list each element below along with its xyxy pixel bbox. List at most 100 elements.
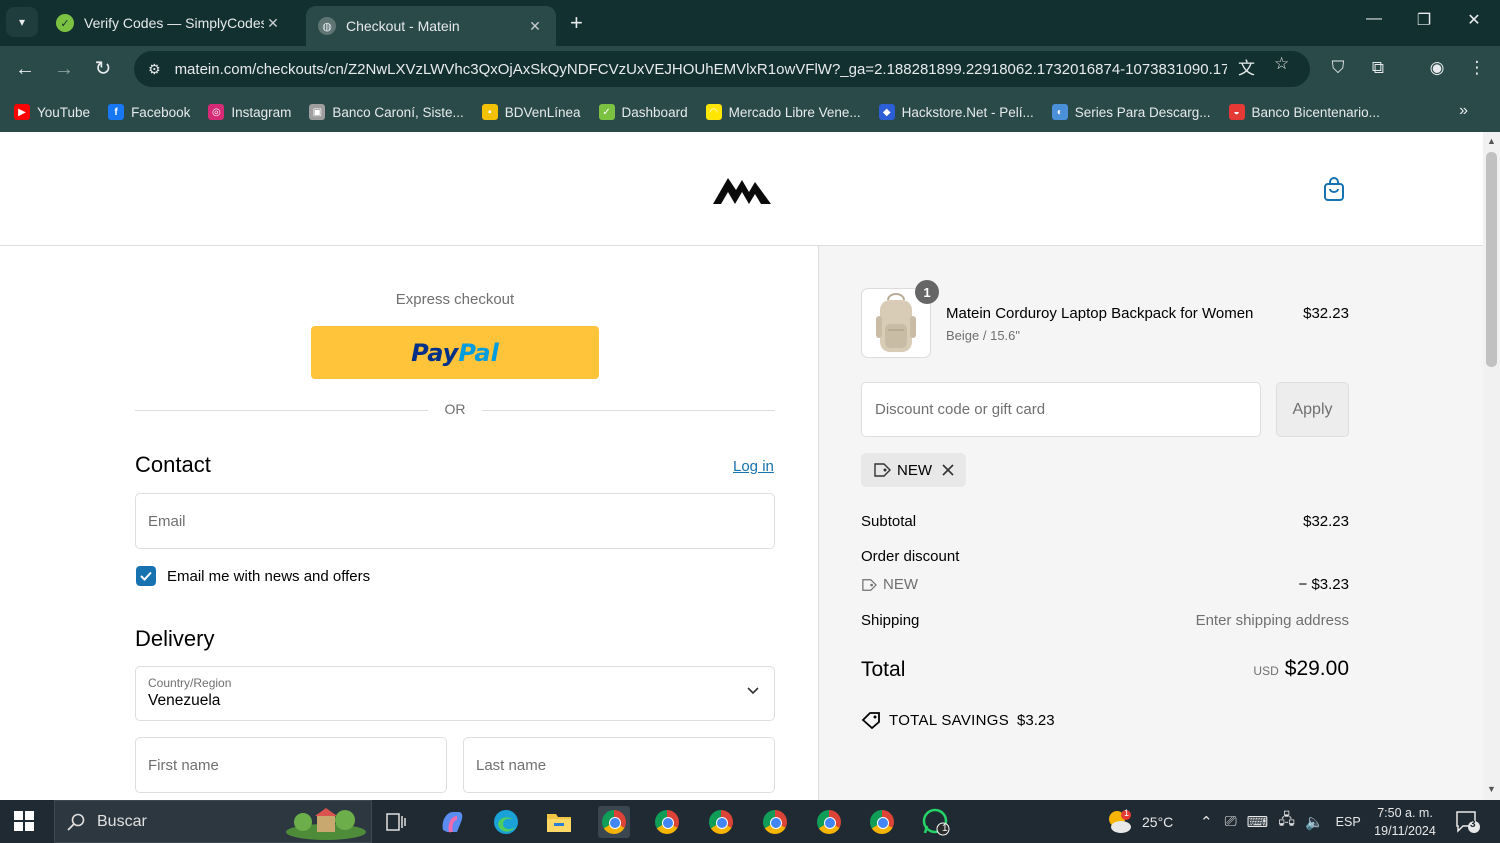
- bookmark-item[interactable]: ◠ Mercado Libre Vene...: [705, 104, 861, 120]
- translate-icon[interactable]: 文: [1238, 54, 1255, 79]
- shield-icon[interactable]: ⛉: [1326, 58, 1350, 78]
- bookmark-label: Banco Bicentenario...: [1251, 104, 1380, 120]
- back-icon[interactable]: ←: [12, 56, 38, 82]
- weather-widget[interactable]: 1 25°C: [1106, 800, 1173, 843]
- bookmark-label: Facebook: [131, 104, 191, 120]
- newsletter-checkbox-row[interactable]: Email me with news and offers: [136, 566, 370, 586]
- extensions-icon[interactable]: ⧉: [1366, 58, 1390, 78]
- last-name-field[interactable]: Last name: [463, 737, 775, 793]
- more-bookmarks-icon[interactable]: »: [1459, 102, 1468, 120]
- restore-icon[interactable]: ❐: [1404, 10, 1444, 30]
- file-explorer-icon[interactable]: [543, 806, 575, 838]
- paypal-button[interactable]: Pay Pal: [311, 326, 599, 379]
- chevron-down-icon: [747, 687, 759, 695]
- chevron-up-icon[interactable]: ⌃: [1200, 813, 1213, 831]
- menu-icon[interactable]: ⋮: [1465, 58, 1489, 78]
- page-scrollbar[interactable]: ▲ ▼: [1483, 132, 1500, 800]
- chrome-app-active[interactable]: [598, 806, 630, 838]
- email-field[interactable]: Email: [135, 493, 775, 549]
- bookmark-label: Series Para Descarg...: [1074, 104, 1211, 120]
- notifications-icon[interactable]: 3: [1455, 810, 1481, 839]
- instagram-icon: ◎: [208, 104, 225, 120]
- bookmark-label: Dashboard: [621, 104, 688, 120]
- bookmark-item[interactable]: f Facebook: [108, 104, 190, 120]
- bookmark-item[interactable]: ▪ BDVenLínea: [481, 104, 581, 120]
- language-indicator[interactable]: ESP: [1336, 815, 1361, 829]
- discount-code-input[interactable]: Discount code or gift card: [861, 382, 1261, 437]
- country-select[interactable]: Country/Region Venezuela: [135, 666, 775, 721]
- bookmark-item[interactable]: ◎ Instagram: [208, 104, 291, 120]
- or-label: OR: [444, 401, 466, 417]
- close-tab-icon[interactable]: ✕: [264, 15, 282, 32]
- first-name-field[interactable]: First name: [135, 737, 447, 793]
- forward-icon[interactable]: →: [51, 56, 77, 82]
- savings-label: TOTAL SAVINGS: [889, 711, 1010, 729]
- volume-icon[interactable]: 🔈: [1305, 813, 1324, 831]
- bookmark-label: Banco Caroní, Siste...: [332, 104, 464, 120]
- meet-now-icon[interactable]: ⎚: [1225, 813, 1237, 830]
- search-icon: [67, 813, 85, 831]
- minimize-icon[interactable]: —: [1354, 10, 1394, 28]
- applied-discount-tag: NEW: [861, 453, 966, 487]
- remove-discount-icon[interactable]: [942, 464, 954, 476]
- close-tab-icon[interactable]: ✕: [526, 18, 544, 35]
- chrome-app-5[interactable]: [813, 806, 845, 838]
- bookmark-label: BDVenLínea: [504, 104, 581, 120]
- copilot-icon[interactable]: [436, 806, 468, 838]
- delivery-title: Delivery: [135, 626, 215, 651]
- edge-icon[interactable]: [490, 806, 522, 838]
- windows-taskbar: Buscar 1 1 25°C ⌃ ⎚ ⌨ 🖧 🔈 ESP 7:50 a. m.…: [0, 800, 1500, 843]
- country-label: Country/Region: [148, 676, 232, 690]
- whatsapp-icon[interactable]: 1: [920, 806, 952, 838]
- task-view-icon[interactable]: [380, 806, 412, 838]
- last-name-placeholder: Last name: [476, 756, 547, 774]
- whatsapp-badge: 1: [942, 823, 948, 834]
- total-value-row: USD $29.00: [1049, 657, 1349, 681]
- tag-icon: [862, 578, 877, 591]
- address-bar[interactable]: ⚙ matein.com/checkouts/cn/Z2NwLXVzLWVhc3…: [134, 51, 1310, 87]
- tab-checkout-matein[interactable]: ◍ Checkout - Matein ✕: [306, 6, 556, 46]
- clock[interactable]: 7:50 a. m. 19/11/2024: [1366, 804, 1444, 840]
- browser-tab-bar: ▾ ✓ Verify Codes — SimplyCodes ✕ ◍ Check…: [0, 0, 1500, 46]
- bookmark-item[interactable]: ◐ Series Para Descarg...: [1051, 104, 1211, 120]
- login-link[interactable]: Log in: [733, 458, 774, 475]
- series-icon: ◐: [1051, 104, 1068, 120]
- shopping-bag-icon[interactable]: [1322, 176, 1346, 202]
- ime-icon[interactable]: ⌨: [1247, 813, 1269, 831]
- quantity-badge: 1: [915, 280, 939, 304]
- scroll-up-icon[interactable]: ▲: [1487, 136, 1496, 146]
- network-icon[interactable]: 🖧: [1278, 809, 1295, 834]
- simplycodes-icon: ✓: [56, 14, 74, 32]
- tab-verify-codes[interactable]: ✓ Verify Codes — SimplyCodes ✕: [44, 6, 294, 40]
- tab-title: Checkout - Matein: [346, 18, 460, 34]
- tab-search-button[interactable]: ▾: [6, 7, 38, 37]
- bookmark-star-icon[interactable]: ☆: [1274, 54, 1289, 74]
- tray-icons: ⌃ ⎚ ⌨ 🖧 🔈 ESP: [1200, 800, 1361, 843]
- bookmarks-bar: ▶ YouTube f Facebook ◎ Instagram ▣ Banco Caroní…: [0, 92, 1500, 132]
- bookmark-item[interactable]: ◆ Hackstore.Net - Pelí...: [878, 104, 1034, 120]
- total-label: Total: [861, 658, 906, 681]
- scroll-thumb[interactable]: [1486, 152, 1497, 367]
- bookmark-item[interactable]: ▣ Banco Caroní, Siste...: [309, 104, 464, 120]
- tag-icon: [874, 463, 891, 477]
- express-checkout-label: Express checkout: [395, 291, 515, 308]
- bookmark-item[interactable]: ✓ Dashboard: [598, 104, 688, 120]
- reload-icon[interactable]: ↻: [90, 56, 116, 82]
- profile-avatar-icon[interactable]: ◉: [1425, 58, 1449, 78]
- chrome-app-6[interactable]: [866, 806, 898, 838]
- site-settings-icon[interactable]: ⚙: [148, 61, 161, 78]
- bookmark-item[interactable]: ◒ Banco Bicentenario...: [1228, 104, 1380, 120]
- apply-button[interactable]: Apply: [1276, 382, 1349, 437]
- chrome-app-4[interactable]: [759, 806, 791, 838]
- close-window-icon[interactable]: ✕: [1454, 10, 1494, 30]
- taskbar-search[interactable]: Buscar: [54, 800, 372, 843]
- windows-start-icon[interactable]: [14, 811, 34, 831]
- chrome-app-3[interactable]: [705, 806, 737, 838]
- new-tab-button[interactable]: +: [570, 10, 583, 36]
- matein-logo[interactable]: [712, 172, 772, 206]
- discount-value: − $3.23: [1298, 576, 1349, 593]
- chrome-app-2[interactable]: [651, 806, 683, 838]
- bookmark-item[interactable]: ▶ YouTube: [14, 104, 90, 120]
- newsletter-checkbox[interactable]: [136, 566, 156, 586]
- scroll-down-icon[interactable]: ▼: [1487, 784, 1496, 794]
